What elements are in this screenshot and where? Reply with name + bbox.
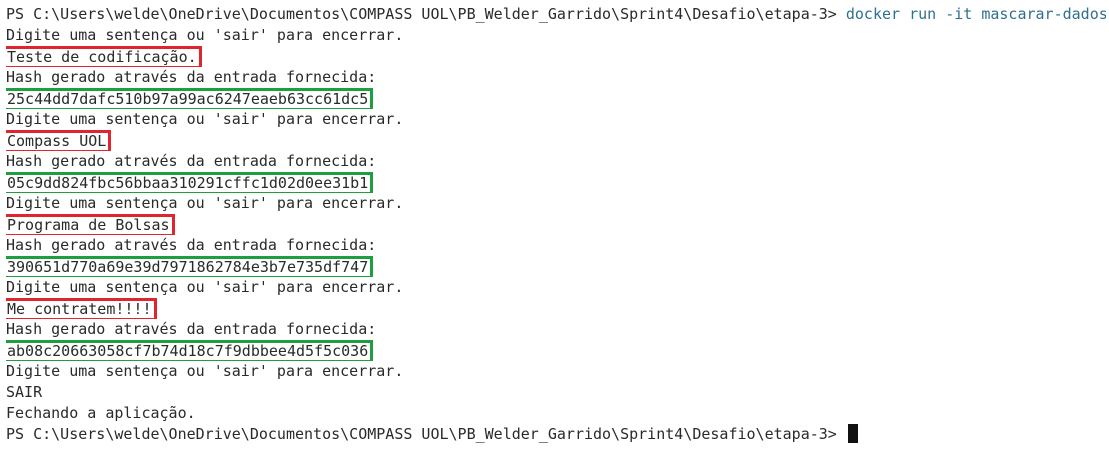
hash-highlight-box: 390651d770a69e39d7971862784e3b7e735df747: [6, 256, 374, 277]
instruction-line: Digite uma sentença ou 'sair' para encer…: [6, 26, 404, 44]
instruction-line: Digite uma sentença ou 'sair' para encer…: [6, 110, 404, 128]
hash-output-line: 25c44dd7dafc510b97a99ac6247eaeb63cc61dc5: [6, 88, 1106, 109]
input-highlight-box: Programa de Bolsas: [6, 214, 175, 235]
exit-command-line: SAIR: [6, 383, 43, 401]
hash-highlight-box: 25c44dd7dafc510b97a99ac6247eaeb63cc61dc5: [6, 88, 374, 109]
hash-label-line: Hash gerado através da entrada fornecida…: [6, 152, 377, 170]
prompt-path: PS C:\Users\welde\OneDrive\Documentos\CO…: [6, 425, 846, 443]
terminal-window[interactable]: PS C:\Users\welde\OneDrive\Documentos\CO…: [0, 0, 1109, 453]
hash-output-line: 390651d770a69e39d7971862784e3b7e735df747: [6, 256, 1106, 277]
prompt-line: PS C:\Users\welde\OneDrive\Documentos\CO…: [6, 4, 1106, 25]
hash-highlight-box: ab08c20663058cf7b74d18c7f9dbbee4d5f5c036: [6, 340, 374, 361]
input-highlight-box: Me contratem!!!!: [6, 298, 157, 319]
command-text: docker run -it mascarar-dados: [845, 5, 1106, 23]
user-input-line: Teste de codificação.: [6, 46, 1106, 67]
instruction-line: Digite uma sentença ou 'sair' para encer…: [6, 194, 404, 212]
hash-label-line: Hash gerado através da entrada fornecida…: [6, 320, 377, 338]
user-input-line: Me contratem!!!!: [6, 298, 1106, 319]
hash-output-line: ab08c20663058cf7b74d18c7f9dbbee4d5f5c036: [6, 340, 1106, 361]
hash-highlight-box: 05c9dd824fbc56bbaa310291cffc1d02d0ee31b1: [6, 172, 374, 193]
hash-output-line: 05c9dd824fbc56bbaa310291cffc1d02d0ee31b1: [6, 172, 1106, 193]
prompt-path: PS C:\Users\welde\OneDrive\Documentos\CO…: [6, 5, 846, 23]
final-prompt-line[interactable]: PS C:\Users\welde\OneDrive\Documentos\CO…: [6, 424, 1106, 445]
input-highlight-box: Compass UOL: [6, 130, 112, 151]
input-highlight-box: Teste de codificação.: [6, 46, 202, 67]
hash-label-line: Hash gerado através da entrada fornecida…: [6, 68, 377, 86]
instruction-line: Digite uma sentença ou 'sair' para encer…: [6, 362, 404, 380]
text-cursor[interactable]: [847, 424, 858, 443]
closing-message-line: Fechando a aplicação.: [6, 404, 196, 422]
instruction-line: Digite uma sentença ou 'sair' para encer…: [6, 278, 404, 296]
user-input-line: Compass UOL: [6, 130, 1106, 151]
user-input-line: Programa de Bolsas: [6, 214, 1106, 235]
hash-label-line: Hash gerado através da entrada fornecida…: [6, 236, 377, 254]
